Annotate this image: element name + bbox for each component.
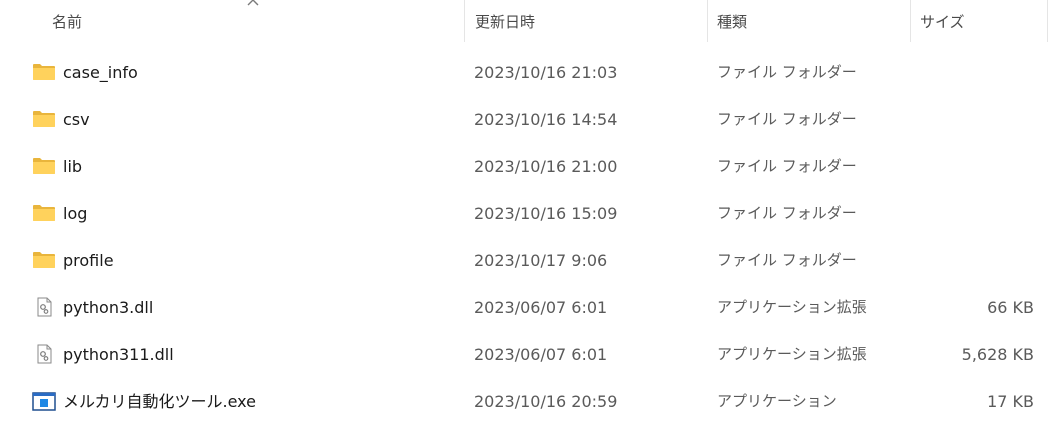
file-row-mercari-tool-exe[interactable]: メルカリ自動化ツール.exe 2023/10/16 20:59 アプリケーション… [0, 378, 1060, 425]
file-date: 2023/10/16 21:03 [474, 63, 618, 82]
column-header-type-label: 種類 [717, 12, 748, 31]
file-date: 2023/10/16 21:00 [474, 157, 618, 176]
column-header-name-label: 名前 [52, 12, 83, 31]
column-divider[interactable] [1047, 0, 1048, 42]
file-name: メルカリ自動化ツール.exe [63, 392, 256, 411]
folder-icon [33, 205, 55, 221]
file-date: 2023/10/16 20:59 [474, 392, 618, 411]
file-name: profile [63, 251, 114, 270]
column-header-bar: 名前 更新日時 種類 サイズ [0, 0, 1060, 42]
folder-icon [33, 64, 55, 80]
file-date: 2023/10/16 14:54 [474, 110, 618, 129]
file-type: ファイル フォルダー [717, 63, 857, 81]
exe-application-icon [32, 392, 56, 411]
dll-file-icon [37, 297, 52, 317]
column-header-type[interactable]: 種類 [707, 0, 910, 42]
file-row-log[interactable]: log 2023/10/16 15:09 ファイル フォルダー [0, 190, 1060, 237]
file-size: 5,628 KB [961, 345, 1034, 364]
file-name: python3.dll [63, 298, 154, 317]
folder-icon [33, 158, 55, 174]
file-date: 2023/10/16 15:09 [474, 204, 618, 223]
file-name: log [63, 204, 88, 223]
file-date: 2023/06/07 6:01 [474, 345, 608, 364]
file-date: 2023/10/17 9:06 [474, 251, 608, 270]
file-name: python311.dll [63, 345, 174, 364]
column-header-date-label: 更新日時 [475, 12, 536, 31]
file-explorer-list: 名前 更新日時 種類 サイズ case_info 2023/10/16 21:0… [0, 0, 1060, 436]
file-row-csv[interactable]: csv 2023/10/16 14:54 ファイル フォルダー [0, 96, 1060, 143]
column-header-size-label: サイズ [920, 12, 965, 31]
file-type: ファイル フォルダー [717, 157, 857, 175]
file-list: case_info 2023/10/16 21:03 ファイル フォルダー cs… [0, 49, 1060, 425]
file-type: アプリケーション拡張 [717, 298, 867, 316]
file-type: ファイル フォルダー [717, 110, 857, 128]
file-row-python3-dll[interactable]: python3.dll 2023/06/07 6:01 アプリケーション拡張 6… [0, 284, 1060, 331]
file-type: ファイル フォルダー [717, 251, 857, 269]
file-row-lib[interactable]: lib 2023/10/16 21:00 ファイル フォルダー [0, 143, 1060, 190]
column-header-name[interactable]: 名前 [0, 0, 464, 42]
folder-icon [33, 111, 55, 127]
file-row-profile[interactable]: profile 2023/10/17 9:06 ファイル フォルダー [0, 237, 1060, 284]
file-size: 66 KB [987, 298, 1034, 317]
file-type: アプリケーション拡張 [717, 345, 867, 363]
file-type: ファイル フォルダー [717, 204, 857, 222]
folder-icon [33, 252, 55, 268]
file-row-python311-dll[interactable]: python311.dll 2023/06/07 6:01 アプリケーション拡張… [0, 331, 1060, 378]
column-header-date[interactable]: 更新日時 [464, 0, 707, 42]
file-name: case_info [63, 63, 138, 82]
file-row-case-info[interactable]: case_info 2023/10/16 21:03 ファイル フォルダー [0, 49, 1060, 96]
file-size: 17 KB [987, 392, 1034, 411]
file-date: 2023/06/07 6:01 [474, 298, 608, 317]
dll-file-icon [37, 344, 52, 364]
column-header-size[interactable]: サイズ [910, 0, 1047, 42]
file-name: lib [63, 157, 83, 176]
file-name: csv [63, 110, 90, 129]
file-type: アプリケーション [717, 392, 837, 410]
